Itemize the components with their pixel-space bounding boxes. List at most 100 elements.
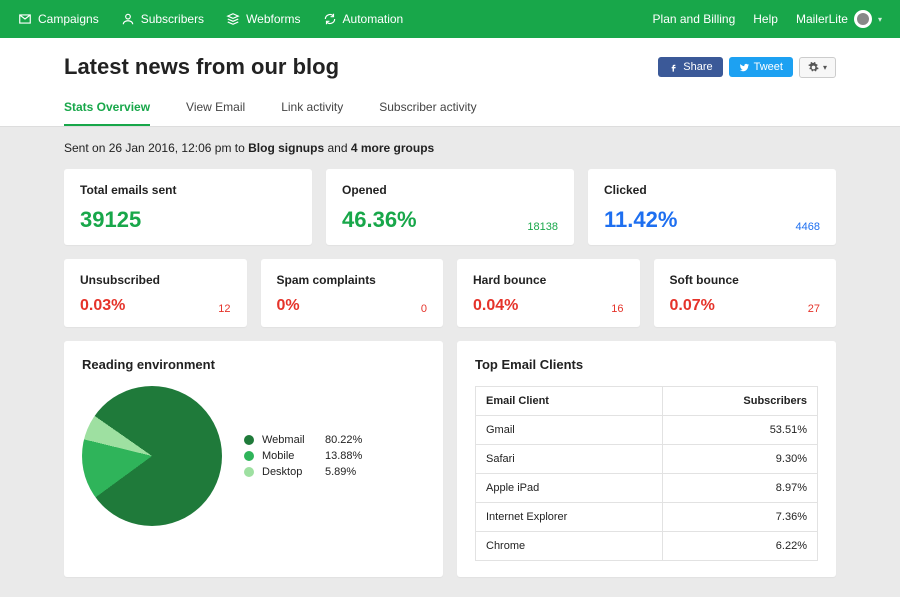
nav-plan-billing[interactable]: Plan and Billing [653, 12, 736, 26]
tab-overview[interactable]: Stats Overview [64, 92, 150, 126]
legend-label: Webmail [262, 434, 317, 446]
opened-value: 46.36% [342, 207, 417, 233]
soft-value: 0.07% [670, 297, 715, 315]
page-title: Latest news from our blog [64, 54, 339, 80]
stats-row-small: Unsubscribed 0.03% 12 Spam complaints 0% 0… [64, 259, 836, 327]
soft-count: 27 [808, 303, 820, 315]
client-pct: 6.22% [663, 532, 818, 561]
legend-label: Desktop [262, 466, 317, 478]
table-row: Safari9.30% [476, 445, 818, 474]
header: Latest news from our blog Share Tweet ▾ … [0, 38, 900, 127]
nav-automation[interactable]: Automation [323, 12, 404, 26]
legend-swatch [244, 435, 254, 445]
panel-row: Reading environment Webmail 80.22% Mobile 1… [64, 341, 836, 577]
client-name: Safari [476, 445, 663, 474]
client-name: Internet Explorer [476, 503, 663, 532]
nav-help[interactable]: Help [753, 12, 778, 26]
nav-subscribers[interactable]: Subscribers [121, 12, 204, 26]
unsub-value: 0.03% [80, 297, 125, 315]
table-row: Chrome6.22% [476, 532, 818, 561]
pie-chart [82, 386, 222, 526]
client-name: Chrome [476, 532, 663, 561]
clicked-value: 11.42% [604, 207, 677, 233]
total-sent-label: Total emails sent [80, 183, 296, 197]
nav-campaigns[interactable]: Campaigns [18, 12, 99, 26]
nav-brand[interactable]: MailerLite ▾ [796, 10, 882, 28]
twitter-icon [739, 62, 750, 73]
col-subscribers: Subscribers [663, 387, 818, 416]
avatar [854, 10, 872, 28]
legend-pct: 5.89% [325, 466, 356, 478]
top-clients-table: Email Client Subscribers Gmail53.51%Safa… [475, 386, 818, 561]
header-actions: Share Tweet ▾ [658, 57, 836, 78]
nav-plan-billing-label: Plan and Billing [653, 12, 736, 26]
nav-campaigns-label: Campaigns [38, 12, 99, 26]
tweet-button[interactable]: Tweet [729, 57, 793, 77]
stack-icon [226, 12, 240, 26]
topbar-right: Plan and Billing Help MailerLite ▾ [653, 10, 882, 28]
tabs: Stats Overview View Email Link activity … [64, 92, 836, 126]
tweet-label: Tweet [754, 61, 783, 73]
spam-value: 0% [277, 297, 300, 315]
panel-top-clients: Top Email Clients Email Client Subscribe… [457, 341, 836, 577]
opened-label: Opened [342, 183, 558, 197]
client-pct: 9.30% [663, 445, 818, 474]
panel-reading-env: Reading environment Webmail 80.22% Mobile 1… [64, 341, 443, 577]
clicked-label: Clicked [604, 183, 820, 197]
card-clicked: Clicked 11.42% 4468 [588, 169, 836, 245]
nav-webforms[interactable]: Webforms [226, 12, 300, 26]
share-label: Share [683, 61, 712, 73]
sent-group: Blog signups [248, 141, 324, 155]
legend-row: Mobile 13.88% [244, 450, 362, 462]
card-soft-bounce: Soft bounce 0.07% 27 [654, 259, 837, 327]
top-clients-title: Top Email Clients [475, 357, 818, 372]
card-total-sent: Total emails sent 39125 [64, 169, 312, 245]
nav-webforms-label: Webforms [246, 12, 300, 26]
total-sent-value: 39125 [80, 207, 141, 233]
card-unsubscribed: Unsubscribed 0.03% 12 [64, 259, 247, 327]
legend-row: Desktop 5.89% [244, 466, 362, 478]
mail-icon [18, 12, 32, 26]
spam-count: 0 [421, 303, 427, 315]
sent-prefix: Sent on 26 Jan 2016, 12:06 pm to [64, 141, 248, 155]
reading-env-title: Reading environment [82, 357, 425, 372]
table-row: Internet Explorer7.36% [476, 503, 818, 532]
tab-view-email[interactable]: View Email [186, 92, 245, 126]
chevron-down-icon: ▾ [878, 15, 882, 24]
topbar: Campaigns Subscribers Webforms Automatio… [0, 0, 900, 38]
client-pct: 7.36% [663, 503, 818, 532]
user-icon [121, 12, 135, 26]
table-row: Apple iPad8.97% [476, 474, 818, 503]
card-opened: Opened 46.36%18138 [326, 169, 574, 245]
soft-label: Soft bounce [670, 273, 821, 287]
tab-link-activity[interactable]: Link activity [281, 92, 343, 126]
legend-row: Webmail 80.22% [244, 434, 362, 446]
settings-button[interactable]: ▾ [799, 57, 836, 78]
legend-pct: 80.22% [325, 434, 362, 446]
clicked-count: 4468 [796, 221, 820, 233]
nav-subscribers-label: Subscribers [141, 12, 204, 26]
hard-count: 16 [611, 303, 623, 315]
tab-subscriber-activity[interactable]: Subscriber activity [379, 92, 476, 126]
hard-label: Hard bounce [473, 273, 624, 287]
client-name: Gmail [476, 416, 663, 445]
col-email-client: Email Client [476, 387, 663, 416]
unsub-count: 12 [218, 303, 230, 315]
share-button[interactable]: Share [658, 57, 722, 77]
sent-line: Sent on 26 Jan 2016, 12:06 pm to Blog si… [64, 141, 836, 155]
legend-label: Mobile [262, 450, 317, 462]
nav-automation-label: Automation [343, 12, 404, 26]
card-spam: Spam complaints 0% 0 [261, 259, 444, 327]
client-name: Apple iPad [476, 474, 663, 503]
legend-swatch [244, 467, 254, 477]
client-pct: 53.51% [663, 416, 818, 445]
sent-mid: and [324, 141, 351, 155]
legend-swatch [244, 451, 254, 461]
card-hard-bounce: Hard bounce 0.04%16 [457, 259, 640, 327]
body: Sent on 26 Jan 2016, 12:06 pm to Blog si… [0, 127, 900, 597]
legend-pct: 13.88% [325, 450, 362, 462]
spam-label: Spam complaints [277, 273, 428, 287]
unsub-label: Unsubscribed [80, 273, 231, 287]
refresh-icon [323, 12, 337, 26]
sent-more: 4 more groups [351, 141, 434, 155]
